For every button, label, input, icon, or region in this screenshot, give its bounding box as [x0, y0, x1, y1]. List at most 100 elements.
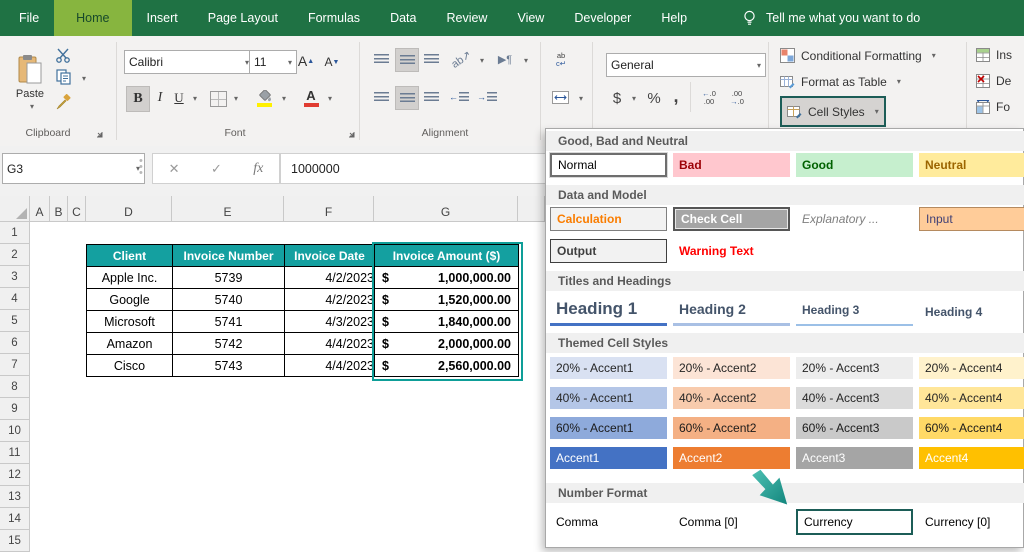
enter-check-icon[interactable]: ✓ [211, 161, 222, 177]
tab-developer[interactable]: Developer [559, 0, 646, 36]
table-header-1[interactable]: Client [86, 244, 173, 267]
column-header-B[interactable]: B [50, 196, 68, 222]
cell-style-input[interactable]: Input [919, 207, 1024, 231]
column-header-D[interactable]: D [86, 196, 172, 222]
fill-color-button[interactable] [252, 86, 276, 110]
row-header-11[interactable]: 11 [0, 442, 30, 464]
cell-style-currency[interactable]: Currency [796, 509, 913, 535]
row-header-5[interactable]: 5 [0, 310, 30, 332]
cell-style-accent3[interactable]: Accent3 [796, 447, 913, 469]
center-button[interactable] [395, 86, 419, 110]
copy-dropdown-arrow[interactable]: ▾ [82, 74, 86, 83]
paste-dropdown-arrow[interactable]: ▾ [30, 102, 34, 111]
format-painter-button[interactable] [52, 92, 74, 112]
invoice-date-cell[interactable]: 4/4/2023 [284, 332, 375, 355]
cell-style-calculation[interactable]: Calculation [550, 207, 667, 231]
select-all-corner[interactable] [0, 196, 30, 222]
cell-style-60-accent4[interactable]: 60% - Accent4 [919, 417, 1024, 439]
row-header-12[interactable]: 12 [0, 464, 30, 486]
cell-style-heading-3[interactable]: Heading 3 [796, 295, 913, 326]
row-header-1[interactable]: 1 [0, 222, 30, 244]
formula-bar-resize-dots[interactable]: • • • [139, 156, 143, 179]
cell-style-output[interactable]: Output [550, 239, 667, 263]
underline-dropdown-arrow[interactable]: ▾ [193, 94, 197, 103]
merge-center-button[interactable] [548, 86, 572, 108]
fill-dropdown-arrow[interactable]: ▾ [282, 94, 286, 103]
italic-button[interactable]: I [151, 86, 169, 110]
cell-style-currency-0-[interactable]: Currency [0] [919, 509, 1024, 535]
cell-style-40-accent2[interactable]: 40% - Accent2 [673, 387, 790, 409]
wrap-dropdown-arrow[interactable]: ▾ [524, 56, 528, 65]
invoice-date-cell[interactable]: 4/4/2023 [284, 354, 375, 377]
invoice-number-cell[interactable]: 5739 [172, 266, 285, 289]
row-header-3[interactable]: 3 [0, 266, 30, 288]
borders-dropdown-arrow[interactable]: ▾ [234, 94, 238, 103]
format-as-table-button[interactable]: Format as Table ▾ [780, 74, 901, 89]
font-dialog-launcher[interactable] [346, 129, 356, 139]
tab-help[interactable]: Help [646, 0, 702, 36]
invoice-number-cell[interactable]: 5741 [172, 310, 285, 333]
delete-cells-button[interactable]: De [976, 74, 1011, 88]
tell-me-box[interactable]: Tell me what you want to do [742, 0, 920, 36]
cancel-icon[interactable]: ✕ [169, 161, 180, 177]
row-header-8[interactable]: 8 [0, 376, 30, 398]
decrease-decimal-button[interactable]: .00 →.0 [724, 86, 750, 110]
borders-button-icon[interactable] [210, 91, 227, 107]
cell-style-warning-text[interactable]: Warning Text [673, 239, 790, 263]
tab-file[interactable]: File [4, 0, 54, 36]
tab-data[interactable]: Data [375, 0, 431, 36]
cell-style-accent4[interactable]: Accent4 [919, 447, 1024, 469]
decrease-indent-button[interactable]: ← [447, 86, 471, 108]
align-left-button[interactable] [370, 86, 392, 108]
tab-home[interactable]: Home [54, 0, 132, 36]
merge-dropdown-arrow[interactable]: ▾ [579, 94, 583, 103]
table-header-2[interactable]: Invoice Number [172, 244, 285, 267]
increase-decimal-button[interactable]: ←.0.00 [696, 86, 722, 110]
accounting-dropdown-arrow[interactable]: ▾ [632, 94, 636, 103]
invoice-amount-cell[interactable]: $2,000,000.00 [374, 332, 519, 355]
cell-style-accent2[interactable]: Accent2 [673, 447, 790, 469]
invoice-date-cell[interactable]: 4/2/2023 [284, 288, 375, 311]
align-right-button[interactable] [420, 86, 442, 108]
cell-style-explanatory-[interactable]: Explanatory ... [796, 207, 913, 231]
invoice-date-cell[interactable]: 4/3/2023 [284, 310, 375, 333]
table-header-4[interactable]: Invoice Amount ($) [374, 244, 519, 267]
cell-style-40-accent3[interactable]: 40% - Accent3 [796, 387, 913, 409]
cell-style-60-accent3[interactable]: 60% - Accent3 [796, 417, 913, 439]
invoice-date-cell[interactable]: 4/2/2023 [284, 266, 375, 289]
row-header-14[interactable]: 14 [0, 508, 30, 530]
cell-style-heading-4[interactable]: Heading 4 [919, 295, 1024, 329]
cell-style-20-accent2[interactable]: 20% - Accent2 [673, 357, 790, 379]
client-cell[interactable]: Amazon [86, 332, 173, 355]
row-header-2[interactable]: 2 [0, 244, 30, 266]
cut-button[interactable] [52, 46, 74, 64]
cell-style-heading-2[interactable]: Heading 2 [673, 295, 790, 326]
paste-button[interactable]: Paste ▾ [8, 44, 52, 120]
number-format-combo[interactable]: General ▾ [606, 53, 766, 77]
invoice-amount-cell[interactable]: $1,520,000.00 [374, 288, 519, 311]
cell-style-20-accent3[interactable]: 20% - Accent3 [796, 357, 913, 379]
cell-style-60-accent2[interactable]: 60% - Accent2 [673, 417, 790, 439]
row-header-15[interactable]: 15 [0, 530, 30, 552]
client-cell[interactable]: Microsoft [86, 310, 173, 333]
cell-style-check-cell[interactable]: Check Cell [673, 207, 790, 231]
decrease-font-size-button[interactable]: A ▼ [320, 52, 344, 72]
invoice-amount-cell[interactable]: $1,840,000.00 [374, 310, 519, 333]
invoice-number-cell[interactable]: 5743 [172, 354, 285, 377]
increase-indent-button[interactable]: → [475, 86, 499, 108]
tab-view[interactable]: View [502, 0, 559, 36]
cell-style-comma-0-[interactable]: Comma [0] [673, 509, 790, 535]
underline-button[interactable]: U [170, 86, 188, 110]
cell-style-60-accent1[interactable]: 60% - Accent1 [550, 417, 667, 439]
invoice-number-cell[interactable]: 5740 [172, 288, 285, 311]
cell-style-good[interactable]: Good [796, 153, 913, 177]
cell-style-bad[interactable]: Bad [673, 153, 790, 177]
row-header-4[interactable]: 4 [0, 288, 30, 310]
table-header-3[interactable]: Invoice Date [284, 244, 375, 267]
cell-style-40-accent4[interactable]: 40% - Accent4 [919, 387, 1024, 409]
wrap-text-button[interactable]: ▶¶ [492, 48, 518, 70]
accounting-format-button[interactable]: $ [608, 86, 626, 110]
cell-style-20-accent1[interactable]: 20% - Accent1 [550, 357, 667, 379]
cell-style-heading-1[interactable]: Heading 1 [550, 295, 667, 326]
cell-style-neutral[interactable]: Neutral [919, 153, 1024, 177]
